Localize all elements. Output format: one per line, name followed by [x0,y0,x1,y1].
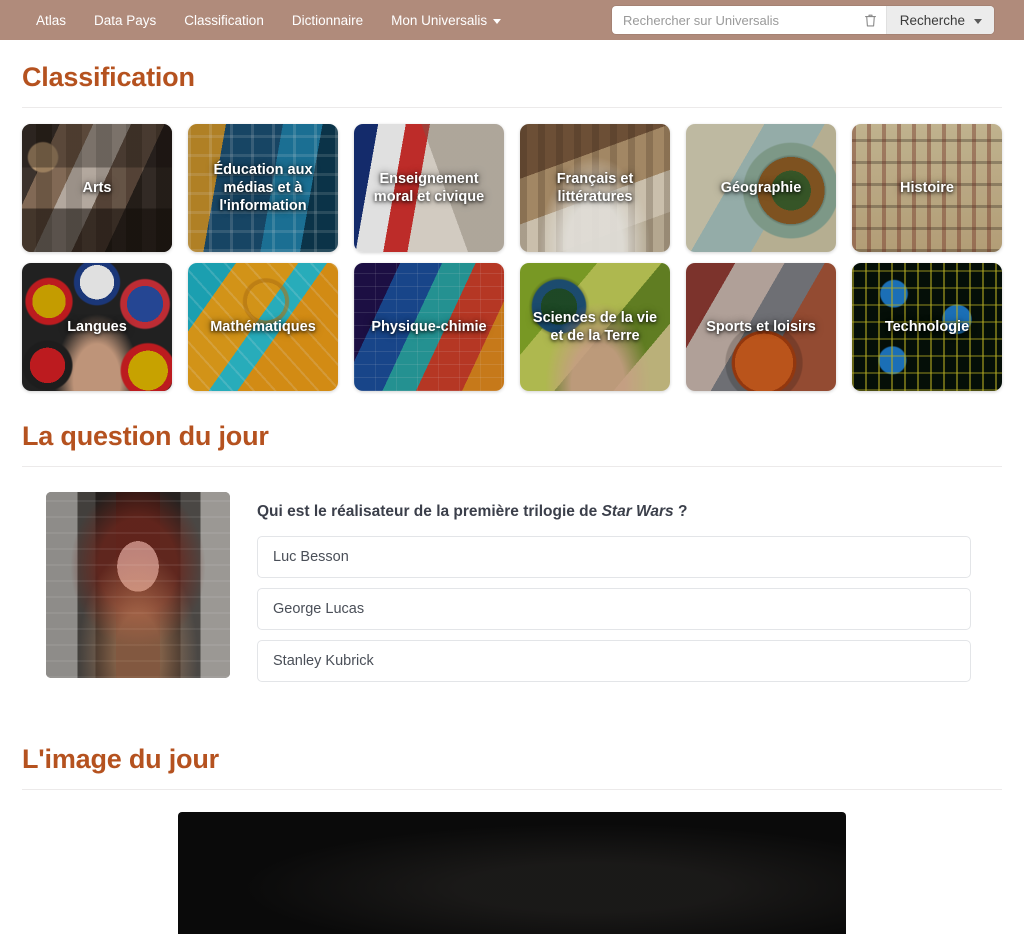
nav-link-classification[interactable]: Classification [170,4,278,37]
nav-link-label: Data Pays [94,12,157,28]
tile-label: Arts [82,179,112,196]
tile-mathematiques[interactable]: Mathématiques [188,263,338,391]
answer-option[interactable]: Stanley Kubrick [257,640,971,683]
tile-histoire[interactable]: Histoire [852,124,1002,252]
tile-label: Éducation aux médias et à l'information [213,161,313,215]
answer-option[interactable]: Luc Besson [257,536,971,579]
page-content: Classification Arts Éducation aux médias… [0,62,1024,934]
star-wars-scene-artwork [46,492,230,678]
question-du-jour-title: La question du jour [22,421,269,451]
nav-links: Atlas Data Pays Classification Dictionna… [22,4,515,37]
search-input[interactable] [612,6,856,34]
chevron-down-icon [493,18,502,24]
question-du-jour-thumbnail[interactable] [46,492,230,678]
question-text: Qui est le réalisateur de la première tr… [257,502,1002,522]
question-italic-title: Star Wars [601,503,674,520]
tile-francais-litteratures[interactable]: Français et littératures [520,124,670,252]
question-du-jour-section: Qui est le réalisateur de la première tr… [22,492,1002,683]
tile-education-aux-medias[interactable]: Éducation aux médias et à l'information [188,124,338,252]
image-du-jour-title: L'image du jour [22,744,219,775]
question-du-jour-body: Qui est le réalisateur de la première tr… [257,492,1002,683]
classification-tile-grid: Arts Éducation aux médias et à l'informa… [22,124,1002,391]
tile-sciences-vie-terre[interactable]: Sciences de la vie et de la Terre [520,263,670,391]
nav-link-data-pays[interactable]: Data Pays [80,4,170,37]
tile-label: Sciences de la vie et de la Terre [532,309,658,344]
nav-link-label: Atlas [36,12,67,28]
tile-enseignement-moral-civique[interactable]: Enseignement moral et civique [354,124,504,252]
search-bar: Recherche [612,6,994,34]
trash-icon[interactable] [856,6,886,34]
image-du-jour-image[interactable] [178,812,846,934]
tile-technologie[interactable]: Technologie [852,263,1002,391]
tile-arts[interactable]: Arts [22,124,172,252]
question-suffix: ? [673,503,688,520]
question-du-jour-divider [22,466,1002,467]
chevron-down-icon [974,18,982,24]
nav-link-atlas[interactable]: Atlas [22,4,80,37]
tile-label: Français et littératures [556,170,634,205]
search-mode-label: Recherche [899,12,965,28]
tile-label: Technologie [884,318,970,335]
image-du-jour-section [22,812,1002,934]
image-du-jour-divider [22,789,1002,791]
answer-option[interactable]: George Lucas [257,588,971,631]
tile-langues[interactable]: Langues [22,263,172,391]
tile-label: Physique-chimie [371,318,487,335]
question-prefix: Qui est le réalisateur de la première tr… [257,503,602,520]
title-divider [22,107,1002,108]
tile-label: Sports et loisirs [706,318,816,335]
nav-link-mon-universalis[interactable]: Mon Universalis [377,4,515,37]
nav-link-label: Mon Universalis [391,12,488,28]
tile-label: Enseignement moral et civique [373,170,485,205]
tile-label: Mathématiques [210,318,316,335]
nav-link-dictionnaire[interactable]: Dictionnaire [278,4,377,37]
page-title: Classification [22,62,195,92]
nav-link-label: Dictionnaire [291,12,364,28]
tile-physique-chimie[interactable]: Physique-chimie [354,263,504,391]
tile-label: Histoire [900,179,954,196]
search-mode-button[interactable]: Recherche [885,6,994,34]
tile-label: Géographie [720,179,802,196]
tile-geographie[interactable]: Géographie [686,124,836,252]
main-navbar: Atlas Data Pays Classification Dictionna… [0,0,1024,40]
tile-label: Langues [67,318,127,335]
tile-sports-loisirs[interactable]: Sports et loisirs [686,263,836,391]
answer-options: Luc Besson George Lucas Stanley Kubrick [257,536,1002,683]
nav-link-label: Classification [184,12,264,28]
